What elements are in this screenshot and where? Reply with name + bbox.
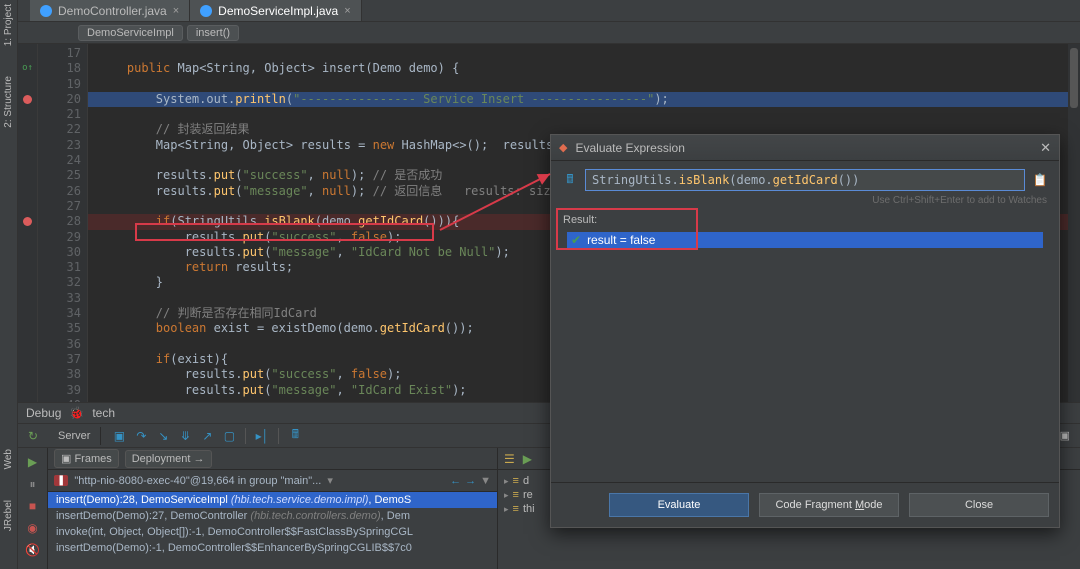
tab-label: DemoController.java — [58, 4, 167, 18]
bug-icon: 🐞 — [69, 406, 84, 420]
code-line[interactable] — [88, 77, 1080, 92]
stack-frame[interactable]: insert(Demo):28, DemoServiceImpl (hbi.te… — [48, 492, 497, 508]
vars-expand-icon[interactable]: ▶ — [523, 452, 532, 466]
frames-panel: ▣ Frames Deployment → ❚ "http-nio-8080-e… — [48, 448, 498, 569]
close-icon[interactable]: ✕ — [1040, 140, 1051, 156]
toolwindow-project[interactable]: 1: Project — [3, 4, 14, 46]
app-icon: ◆ — [559, 141, 567, 154]
stack-frame[interactable]: insertDemo(Demo):-1, DemoController$$Enh… — [48, 540, 497, 556]
pause-icon[interactable]: ⏸ — [25, 476, 41, 492]
history-icon[interactable]: 📋 — [1031, 170, 1049, 190]
rerun-icon[interactable]: ↻ — [25, 428, 41, 444]
breadcrumb: DemoServiceImpl insert() — [18, 22, 1080, 44]
toolwindow-structure[interactable]: 2: Structure — [3, 76, 14, 128]
filter-icon[interactable]: ▼ — [480, 475, 491, 487]
check-icon: ✔ — [571, 233, 581, 247]
left-tool-strip: 1: Project 2: Structure Web JRebel — [0, 0, 18, 569]
code-fragment-mode-button[interactable]: Code Fragment Mode — [759, 493, 899, 517]
debug-step-icons: ▣ ↷ ↘ ⤋ ↗ ▢ ▸│ 🖩 — [101, 428, 303, 444]
next-frame-icon[interactable]: → — [465, 475, 476, 487]
result-text: result = false — [587, 233, 655, 247]
tab-democontroller[interactable]: DemoController.java × — [30, 0, 190, 21]
result-label: Result: — [561, 212, 1049, 228]
breakpoint-icon[interactable] — [23, 95, 32, 104]
close-icon[interactable]: × — [344, 5, 350, 17]
gutter-icons: o↑ — [18, 44, 38, 402]
debug-title: Debug — [26, 406, 61, 420]
code-line[interactable] — [88, 46, 1080, 61]
editor-scrollbar[interactable] — [1068, 44, 1080, 402]
frames-header: ▣ Frames Deployment → — [48, 448, 497, 470]
call-stack[interactable]: insert(Demo):28, DemoServiceImpl (hbi.te… — [48, 492, 497, 569]
thread-selector[interactable]: ❚ "http-nio-8080-exec-40"@19,664 in grou… — [48, 470, 497, 492]
java-file-icon — [200, 5, 212, 17]
evaluate-expression-icon[interactable]: 🖩 — [287, 428, 303, 444]
result-panel: Result: ✔ result = false — [561, 212, 1049, 482]
thread-name: "http-nio-8080-exec-40"@19,664 in group … — [74, 475, 321, 487]
stop-icon[interactable]: ■ — [25, 498, 41, 514]
prev-frame-icon[interactable]: ← — [450, 475, 461, 487]
scrollbar-thumb[interactable] — [1070, 48, 1078, 108]
step-into-icon[interactable]: ↘ — [155, 428, 171, 444]
step-out-icon[interactable]: ↗ — [199, 428, 215, 444]
run-to-cursor-icon[interactable]: ▸│ — [254, 428, 270, 444]
run-config-name: tech — [92, 406, 115, 420]
tab-demoserviceimpl[interactable]: DemoServiceImpl.java × — [190, 0, 361, 21]
debug-left-actions: ▶ ⏸ ■ ◉ 🔇 — [18, 448, 48, 569]
force-step-into-icon[interactable]: ⤋ — [177, 428, 193, 444]
thread-badge-icon: ❚ — [54, 475, 68, 486]
breadcrumb-method[interactable]: insert() — [187, 25, 239, 41]
close-icon[interactable]: × — [173, 5, 179, 17]
close-button[interactable]: Close — [909, 493, 1049, 517]
evaluate-expression-dialog: ◆ Evaluate Expression ✕ 🖩 StringUtils.is… — [550, 134, 1060, 528]
stack-frame[interactable]: invoke(int, Object, Object[]):-1, DemoCo… — [48, 524, 497, 540]
view-breakpoints-icon[interactable]: ◉ — [25, 520, 41, 536]
evaluate-button[interactable]: Evaluate — [609, 493, 749, 517]
vars-tree-icon[interactable]: ☰ — [504, 452, 515, 466]
tab-label: DemoServiceImpl.java — [218, 4, 338, 18]
expression-row: 🖩 StringUtils.isBlank(demo.getIdCard()) … — [551, 161, 1059, 195]
show-execution-point-icon[interactable]: ▣ — [111, 428, 127, 444]
mute-breakpoints-icon[interactable]: 🔇 — [25, 542, 41, 558]
dialog-title: Evaluate Expression — [575, 141, 684, 155]
dialog-titlebar[interactable]: ◆ Evaluate Expression ✕ — [551, 135, 1059, 161]
shortcut-hint: Use Ctrl+Shift+Enter to add to Watches — [551, 195, 1059, 212]
toolwindow-web[interactable]: Web — [3, 449, 14, 469]
result-tree[interactable]: ✔ result = false — [561, 228, 1049, 482]
deployment-tab[interactable]: Deployment → — [125, 450, 212, 468]
result-row[interactable]: ✔ result = false — [567, 232, 1043, 248]
expression-input[interactable]: StringUtils.isBlank(demo.getIdCard()) — [585, 169, 1025, 191]
code-line[interactable]: public Map<String, Object> insert(Demo d… — [88, 61, 1080, 76]
step-over-icon[interactable]: ↷ — [133, 428, 149, 444]
java-file-icon — [40, 5, 52, 17]
editor-tabs: DemoController.java × DemoServiceImpl.ja… — [18, 0, 1080, 22]
override-icon[interactable]: o↑ — [22, 61, 33, 76]
breadcrumb-class[interactable]: DemoServiceImpl — [78, 25, 183, 41]
stack-frame[interactable]: insertDemo(Demo):27, DemoController (hbi… — [48, 508, 497, 524]
resume-icon[interactable]: ▶ — [25, 454, 41, 470]
code-line[interactable] — [88, 107, 1080, 122]
code-line[interactable]: System.out.println("---------------- Ser… — [88, 92, 1080, 107]
frames-tab[interactable]: ▣ Frames — [54, 449, 119, 468]
debug-tab-server[interactable]: Server — [48, 427, 101, 445]
line-numbers: 1718192021222324252627282930313233343536… — [38, 44, 88, 402]
breakpoint-icon[interactable] — [23, 217, 32, 226]
dialog-buttons: Evaluate Code Fragment Mode Close — [551, 482, 1059, 527]
toolwindow-jrebel[interactable]: JRebel — [3, 500, 14, 531]
expression-icon: 🖩 — [561, 171, 579, 189]
drop-frame-icon[interactable]: ▢ — [221, 428, 237, 444]
